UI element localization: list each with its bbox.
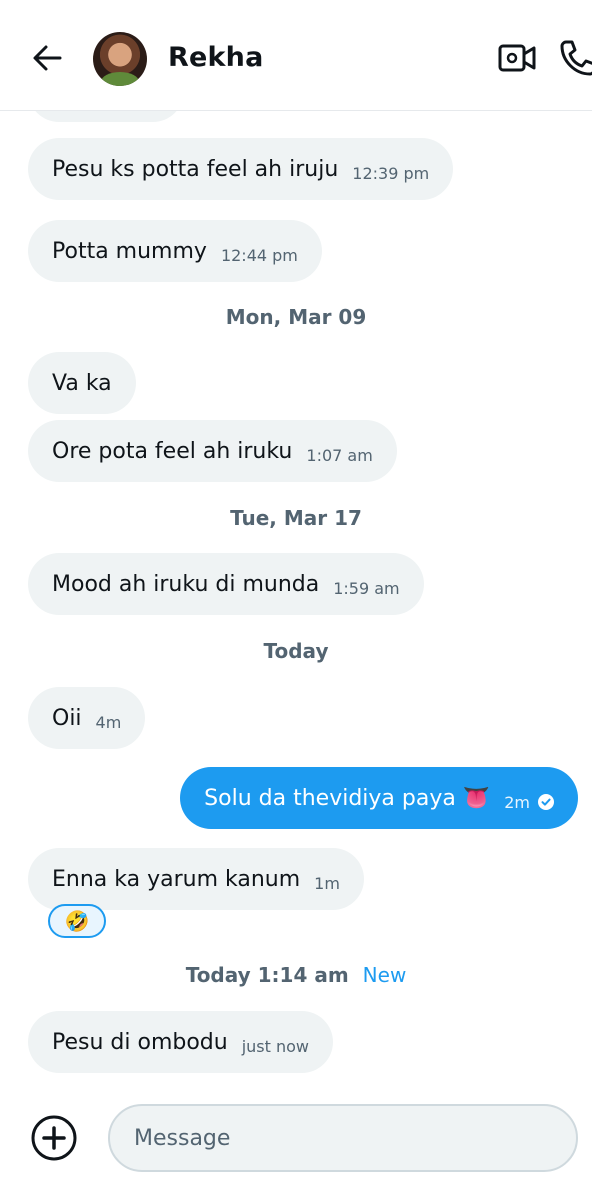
- date-separator: Today 1:14 am New: [0, 963, 592, 987]
- message-bubble[interactable]: Pesu ks potta feel ah iruju 12:39 pm: [28, 138, 454, 200]
- message-text: Pesu di ombodu: [52, 1029, 228, 1055]
- message-time: 12:39 pm: [352, 163, 430, 183]
- message-input[interactable]: [108, 1104, 578, 1172]
- message-bubble[interactable]: Va ka: [28, 352, 136, 414]
- message-text: Enna ka yarum kanum: [52, 866, 301, 892]
- message-text: Va ka: [52, 370, 112, 396]
- date-separator: Mon, Mar 09: [225, 305, 367, 329]
- read-check-icon: [538, 794, 554, 810]
- message-bubble[interactable]: Potta mummy 12:44 pm: [28, 220, 322, 282]
- message-time: 4m: [95, 712, 122, 732]
- message-bubble[interactable]: Oii 4m: [28, 687, 146, 749]
- phone-call-icon[interactable]: [558, 38, 592, 78]
- message-bubble[interactable]: Enna ka yarum kanum 1m: [28, 848, 364, 910]
- conversation-header: Rekha: [0, 0, 592, 111]
- sent-message-bubble[interactable]: Solu da thevidiya paya 👅 2m: [180, 767, 578, 829]
- separator-time: Today 1:14 am: [185, 963, 349, 987]
- message-time: 12:44 pm: [220, 245, 298, 265]
- message-text: Oii: [52, 705, 82, 731]
- message-time: 2m: [504, 792, 530, 812]
- back-arrow-icon[interactable]: [30, 40, 66, 76]
- message-time: 1m: [314, 873, 340, 893]
- message-text: Ore pota feel ah iruku: [52, 438, 293, 464]
- date-separator: Today: [263, 639, 329, 663]
- message-time: 1:59 am: [333, 578, 400, 598]
- contact-name[interactable]: Rekha: [168, 42, 264, 73]
- add-media-icon[interactable]: [30, 1114, 78, 1162]
- message-time: just now: [241, 1036, 310, 1056]
- laughing-emoji-icon: 🤣: [64, 909, 90, 933]
- reaction-badge[interactable]: 🤣: [48, 904, 106, 938]
- message-text: Solu da thevidiya paya 👅: [204, 785, 491, 811]
- message-stream: Pesu ks potta feel ah iruju 12:39 pm Pot…: [0, 0, 592, 1200]
- message-time: 1:07 am: [306, 445, 373, 465]
- message-bubble[interactable]: Ore pota feel ah iruku 1:07 am: [28, 420, 397, 482]
- message-text: Pesu ks potta feel ah iruju: [52, 156, 339, 182]
- message-text: Potta mummy: [52, 238, 207, 264]
- video-call-icon[interactable]: [498, 40, 536, 76]
- message-text: Mood ah iruku di munda: [52, 571, 320, 597]
- message-bubble[interactable]: Mood ah iruku di munda 1:59 am: [28, 553, 424, 615]
- new-messages-label: New: [362, 963, 407, 987]
- message-bubble[interactable]: Pesu di ombodu just now: [28, 1011, 334, 1073]
- avatar[interactable]: [93, 32, 147, 86]
- date-separator: Tue, Mar 17: [230, 506, 362, 530]
